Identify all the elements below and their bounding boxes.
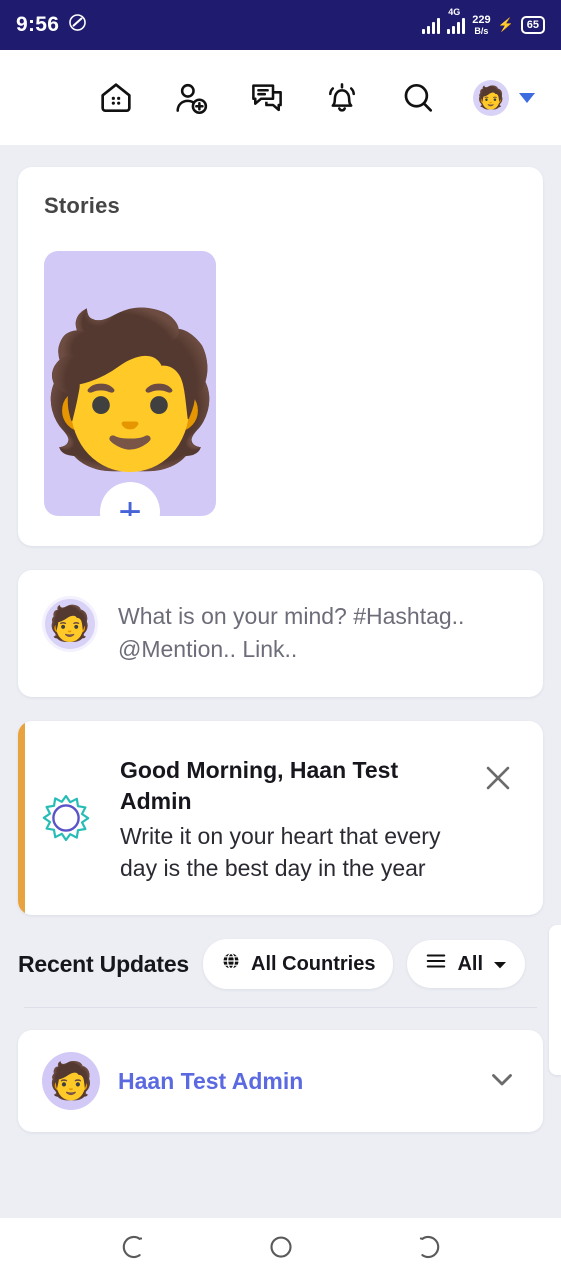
recent-updates-title: Recent Updates <box>18 950 190 977</box>
add-person-icon[interactable] <box>171 78 211 118</box>
home-icon[interactable] <box>96 78 136 118</box>
country-filter-label: All Countries <box>251 952 376 975</box>
do-not-disturb-icon <box>68 13 87 37</box>
add-story-button[interactable]: + <box>100 482 160 516</box>
avatar-face: 🧑 <box>48 1060 94 1102</box>
type-filter-label: All <box>457 952 484 975</box>
network-speed: 229 B/s <box>472 13 491 36</box>
back-icon[interactable] <box>119 1232 149 1267</box>
top-navigation-bar: 🧑 <box>0 50 561 145</box>
greeting-card: Good Morning, Haan Test Admin Write it o… <box>18 720 543 916</box>
greeting-body: Good Morning, Haan Test Admin Write it o… <box>120 751 469 885</box>
clock: 9:56 <box>16 13 60 36</box>
system-navigation-bar <box>0 1218 561 1280</box>
network-speed-unit: B/s <box>474 25 489 36</box>
home-circle-icon[interactable] <box>266 1232 296 1267</box>
status-bar: 9:56 4G 229 B/s ⚡ 65 <box>0 0 561 50</box>
post-author-avatar[interactable]: 🧑 <box>42 1052 100 1111</box>
avatar-face: 🧑 <box>48 605 92 643</box>
story-tile-create[interactable]: 🧑 + <box>44 251 216 516</box>
greeting-quote: Write it on your heart that every day is… <box>120 822 441 882</box>
divider <box>24 1007 537 1009</box>
caret-down-icon <box>493 953 507 976</box>
user-avatar[interactable]: 🧑 <box>473 79 509 116</box>
hamburger-menu-icon[interactable] <box>26 78 60 118</box>
close-icon[interactable] <box>475 751 521 885</box>
feed-scroll-area[interactable]: Stories 🧑 + 🧑 What is on your mind? #Has… <box>0 145 561 1218</box>
composer-placeholder[interactable]: What is on your mind? #Hashtag.. @Mentio… <box>118 596 519 667</box>
signal-bars-sim1-icon <box>422 17 441 34</box>
post-options-chevron-down-icon[interactable] <box>485 1062 519 1101</box>
post-author-name[interactable]: Haan Test Admin <box>118 1068 467 1095</box>
greeting-title: Good Morning, Haan Test Admin <box>120 756 399 814</box>
country-filter-button[interactable]: All Countries <box>203 939 394 990</box>
story-avatar: 🧑 <box>44 304 216 473</box>
avatar-face: 🧑 <box>477 84 505 110</box>
stories-card: Stories 🧑 + <box>18 167 543 546</box>
feed-post: 🧑 Haan Test Admin <box>18 1030 543 1133</box>
charging-bolt-icon: ⚡ <box>497 17 514 32</box>
globe-icon <box>221 951 241 977</box>
type-filter-button[interactable]: All <box>407 940 526 989</box>
search-icon[interactable] <box>398 78 438 118</box>
network-type-label: 4G <box>448 6 461 17</box>
battery-indicator: 65 <box>520 15 545 35</box>
recents-icon[interactable] <box>413 1232 443 1267</box>
profile-menu[interactable]: 🧑 <box>473 79 535 116</box>
list-icon <box>425 952 447 976</box>
network-speed-value: 229 <box>472 13 491 26</box>
chevron-down-icon[interactable] <box>519 92 535 103</box>
app-root: 9:56 4G 229 B/s ⚡ 65 🧑 Stories 🧑 + 🧑 Wha… <box>0 0 561 1280</box>
signal-bars-sim2-icon: 4G <box>447 7 466 34</box>
page-scrollbar[interactable] <box>549 925 561 1075</box>
post-header: 🧑 Haan Test Admin <box>18 1030 543 1132</box>
status-bar-right: 4G 229 B/s ⚡ 65 <box>422 7 545 36</box>
composer-avatar: 🧑 <box>42 596 98 652</box>
post-composer[interactable]: 🧑 What is on your mind? #Hashtag.. @Ment… <box>18 570 543 697</box>
sun-icon <box>18 751 114 885</box>
recent-updates-header: Recent Updates All Countries All <box>0 939 561 990</box>
status-bar-left: 9:56 <box>16 13 87 37</box>
bell-icon[interactable] <box>322 78 362 118</box>
chat-bubble-icon[interactable] <box>247 78 287 118</box>
stories-title: Stories <box>44 193 120 218</box>
